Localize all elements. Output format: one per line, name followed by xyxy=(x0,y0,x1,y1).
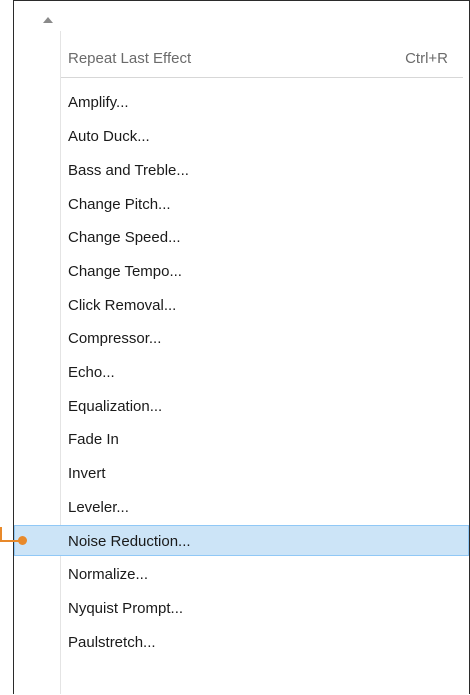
menu-item-label: Nyquist Prompt... xyxy=(68,600,184,617)
menu-item-label: Normalize... xyxy=(68,566,149,583)
menu-item-label: Fade In xyxy=(68,431,119,448)
menu-item-label: Repeat Last Effect xyxy=(68,50,192,67)
menu-item-label: Paulstretch... xyxy=(68,634,156,651)
menu-item-label: Amplify... xyxy=(68,94,129,111)
effect-menu: Repeat Last Effect Ctrl+R Amplify... Aut… xyxy=(13,0,470,694)
menu-separator xyxy=(61,77,463,78)
menu-item-leveler[interactable]: Leveler... xyxy=(14,492,469,523)
menu-item-nyquist-prompt[interactable]: Nyquist Prompt... xyxy=(14,593,469,624)
callout-pointer-line xyxy=(0,540,20,542)
callout-dot-icon xyxy=(18,536,27,545)
menu-item-amplify[interactable]: Amplify... xyxy=(14,87,469,118)
menu-item-repeat-last-effect[interactable]: Repeat Last Effect Ctrl+R xyxy=(14,43,469,74)
callout-pointer-line xyxy=(0,527,2,541)
menu-item-shortcut: Ctrl+R xyxy=(405,50,448,67)
menu-item-label: Equalization... xyxy=(68,398,163,415)
menu-item-compressor[interactable]: Compressor... xyxy=(14,323,469,354)
menu-item-label: Change Speed... xyxy=(68,229,181,246)
menu-item-label: Bass and Treble... xyxy=(68,162,189,179)
menu-item-bass-and-treble[interactable]: Bass and Treble... xyxy=(14,155,469,186)
menu-item-label: Echo... xyxy=(68,364,115,381)
menu-item-label: Noise Reduction... xyxy=(68,533,191,550)
menu-item-normalize[interactable]: Normalize... xyxy=(14,559,469,590)
menu-item-change-pitch[interactable]: Change Pitch... xyxy=(14,189,469,220)
menu-item-label: Auto Duck... xyxy=(68,128,150,145)
menu-item-echo[interactable]: Echo... xyxy=(14,357,469,388)
menu-item-label: Compressor... xyxy=(68,330,162,347)
menu-item-label: Click Removal... xyxy=(68,297,177,314)
menu-item-change-tempo[interactable]: Change Tempo... xyxy=(14,256,469,287)
menu-item-equalization[interactable]: Equalization... xyxy=(14,391,469,422)
menu-item-fade-in[interactable]: Fade In xyxy=(14,424,469,455)
menu-item-label: Leveler... xyxy=(68,499,129,516)
menu-item-label: Change Pitch... xyxy=(68,196,171,213)
menu-item-click-removal[interactable]: Click Removal... xyxy=(14,290,469,321)
menu-item-noise-reduction[interactable]: Noise Reduction... xyxy=(14,525,469,556)
menu-item-invert[interactable]: Invert xyxy=(14,458,469,489)
menu-item-paulstretch[interactable]: Paulstretch... xyxy=(14,627,469,658)
menu-item-label: Invert xyxy=(68,465,106,482)
menu-item-label: Change Tempo... xyxy=(68,263,182,280)
menu-item-change-speed[interactable]: Change Speed... xyxy=(14,222,469,253)
scroll-up-arrow-icon[interactable] xyxy=(43,17,53,23)
menu-item-auto-duck[interactable]: Auto Duck... xyxy=(14,121,469,152)
